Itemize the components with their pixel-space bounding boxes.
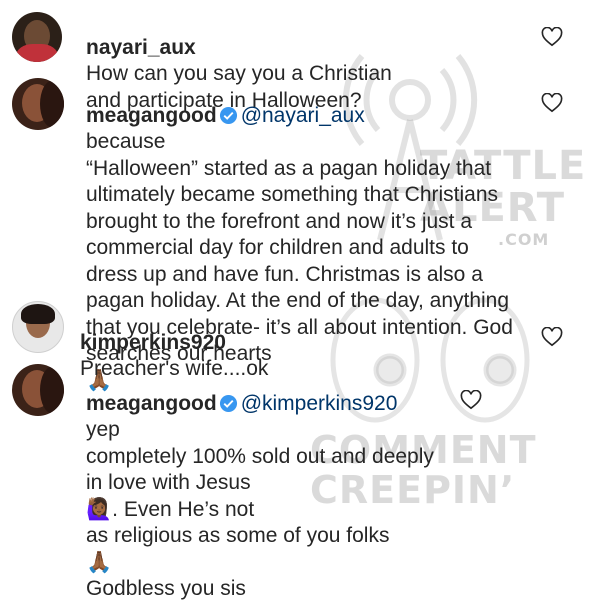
comment-text: yep completely 100% sold out and deeply … [86, 418, 434, 494]
comment-username[interactable]: meagangood [86, 392, 217, 415]
avatar[interactable] [12, 12, 62, 62]
comment-text-block: meagangood @kimperkins920 yep completely … [86, 364, 556, 603]
praying-hands-icon: 🙏🏾 [86, 550, 113, 574]
heart-outline-icon[interactable] [460, 390, 482, 410]
comment-username[interactable]: meagangood [86, 104, 217, 127]
comment-item: meagangood @nayari_aux because “Halloween… [0, 70, 590, 392]
avatar[interactable] [12, 364, 64, 416]
heart-outline-icon[interactable] [541, 27, 563, 47]
verified-badge-icon [219, 106, 237, 124]
comment-item: nayari_aux How can you say you a Christi… [0, 0, 590, 112]
woman-raising-hand-icon: 🙋🏾‍♀️ [86, 497, 113, 521]
verified-badge-icon [219, 394, 237, 412]
comment-username[interactable]: kimperkins920 [80, 331, 226, 354]
avatar[interactable] [12, 301, 64, 353]
avatar[interactable] [12, 78, 64, 130]
comment-username[interactable]: nayari_aux [86, 36, 196, 59]
heart-outline-icon[interactable] [541, 327, 563, 347]
comment-item: kimperkins920 Preacher's wife....ok [0, 295, 590, 380]
heart-outline-icon[interactable] [541, 93, 563, 113]
comment-item: meagangood @kimperkins920 yep completely … [0, 362, 590, 600]
comment-mention[interactable]: @kimperkins920 [241, 392, 398, 415]
comment-text-continued: . Even He’s not as religious as some of … [86, 497, 390, 548]
comment-mention[interactable]: @nayari_aux [241, 104, 365, 127]
comment-text-end: Godbless you sis [86, 577, 246, 600]
